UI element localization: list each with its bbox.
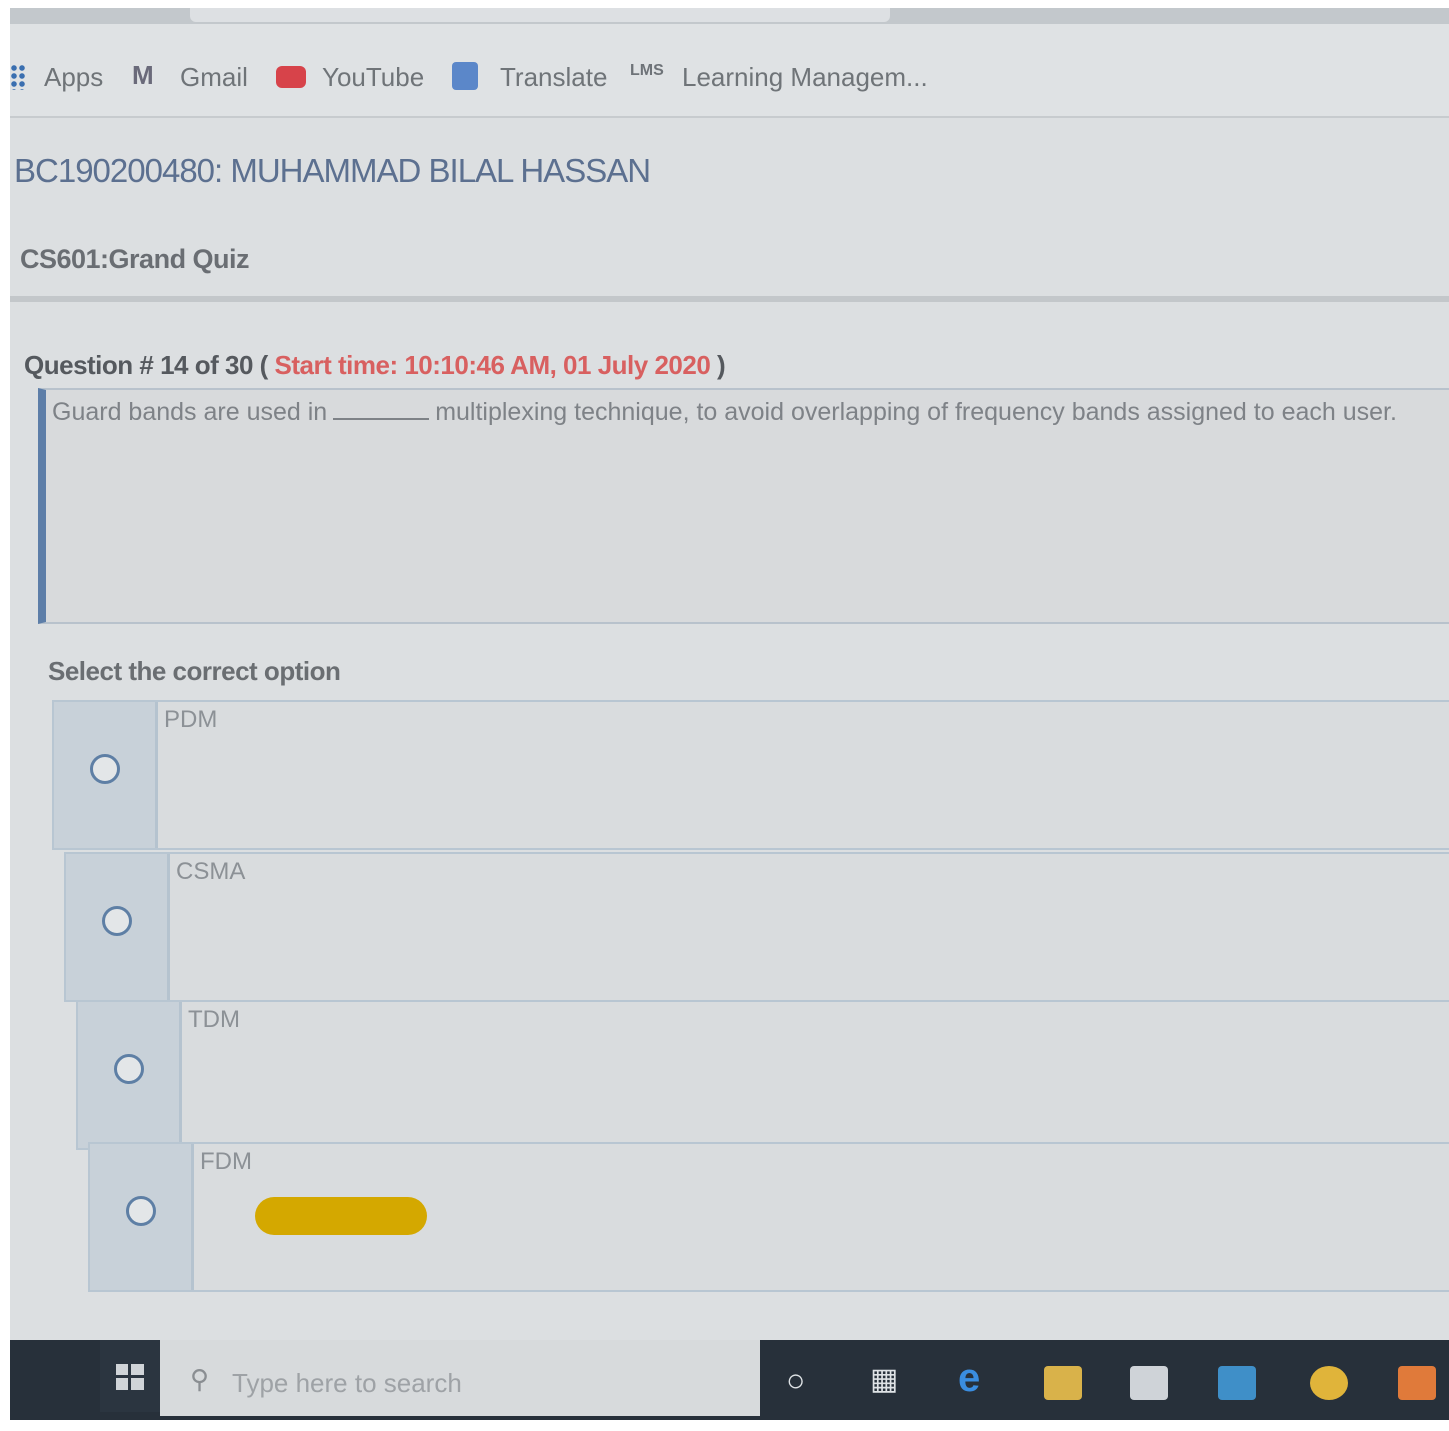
mail-icon[interactable] xyxy=(1218,1366,1256,1400)
screen: Apps M Gmail YouTube Translate LMS Learn… xyxy=(10,8,1449,1420)
option-row[interactable]: PDM xyxy=(52,700,1449,850)
quiz-title: CS601:Grand Quiz xyxy=(20,244,250,274)
active-tab[interactable] xyxy=(190,8,890,22)
windows-logo-icon xyxy=(116,1364,144,1390)
store-icon[interactable] xyxy=(1130,1366,1168,1400)
option-radio[interactable] xyxy=(126,1196,156,1226)
bookmark-apps[interactable]: Apps xyxy=(44,62,103,93)
question-number: Question # 14 of 30 ( xyxy=(24,350,268,380)
start-time-label: Start time: xyxy=(274,350,399,380)
app-icon[interactable] xyxy=(1398,1366,1436,1400)
cortana-icon[interactable]: ○ xyxy=(786,1362,805,1399)
bookmark-translate[interactable]: Translate xyxy=(500,62,607,93)
bookmark-lms[interactable]: Learning Managem... xyxy=(682,62,928,93)
bookmark-gmail[interactable]: Gmail xyxy=(180,62,248,93)
bookmarks-bar: Apps M Gmail YouTube Translate LMS Learn… xyxy=(10,24,1449,118)
question-text: Guard bands are used in multiplexing tech… xyxy=(52,398,1397,427)
option-row[interactable]: CSMA xyxy=(64,852,1449,1002)
gmail-icon: M xyxy=(132,60,154,90)
taskbar: ⚲ Type here to search ○ ▦ e xyxy=(10,1340,1449,1420)
radio-cell xyxy=(66,854,170,1000)
question-box: Guard bands are used in multiplexing tech… xyxy=(38,388,1449,624)
student-name: BC190200480: MUHAMMAD BILAL HASSAN xyxy=(14,152,651,189)
option-text: CSMA xyxy=(176,858,246,885)
question-blank xyxy=(333,418,430,420)
radio-cell xyxy=(54,702,158,848)
edge-icon[interactable]: e xyxy=(958,1356,980,1401)
taskbar-search[interactable]: ⚲ Type here to search xyxy=(160,1340,760,1416)
option-text: FDM xyxy=(200,1148,252,1175)
task-view-icon[interactable]: ▦ xyxy=(870,1362,898,1397)
option-radio[interactable] xyxy=(90,754,120,784)
start-button[interactable] xyxy=(100,1340,160,1412)
search-icon: ⚲ xyxy=(190,1364,210,1394)
radio-cell xyxy=(90,1144,194,1290)
tab-strip xyxy=(10,8,1449,24)
option-row[interactable]: TDM xyxy=(76,1000,1449,1150)
option-radio[interactable] xyxy=(114,1054,144,1084)
apps-grid-icon xyxy=(10,64,26,90)
chrome-icon[interactable] xyxy=(1310,1366,1348,1400)
divider xyxy=(10,296,1449,302)
bookmark-youtube[interactable]: YouTube xyxy=(322,62,424,93)
search-placeholder: Type here to search xyxy=(232,1368,462,1398)
youtube-icon xyxy=(276,66,306,88)
option-text: TDM xyxy=(188,1006,240,1033)
question-text-after: multiplexing technique, to avoid overlap… xyxy=(435,398,1397,426)
question-text-before: Guard bands are used in xyxy=(52,398,328,426)
close-paren: ) xyxy=(717,350,726,380)
option-radio[interactable] xyxy=(102,906,132,936)
highlight-mark xyxy=(255,1197,427,1235)
translate-icon xyxy=(452,62,478,90)
question-header: Question # 14 of 30 ( Start time: 10:10:… xyxy=(24,350,726,381)
file-explorer-icon[interactable] xyxy=(1044,1366,1082,1400)
quiz-page: BC190200480: MUHAMMAD BILAL HASSAN CS601… xyxy=(10,118,1449,1340)
select-option-label: Select the correct option xyxy=(48,656,341,686)
option-text: PDM xyxy=(164,706,218,733)
lms-icon: LMS xyxy=(630,62,664,79)
start-time-value: 10:10:46 AM, 01 July 2020 xyxy=(404,350,711,380)
radio-cell xyxy=(78,1002,182,1148)
